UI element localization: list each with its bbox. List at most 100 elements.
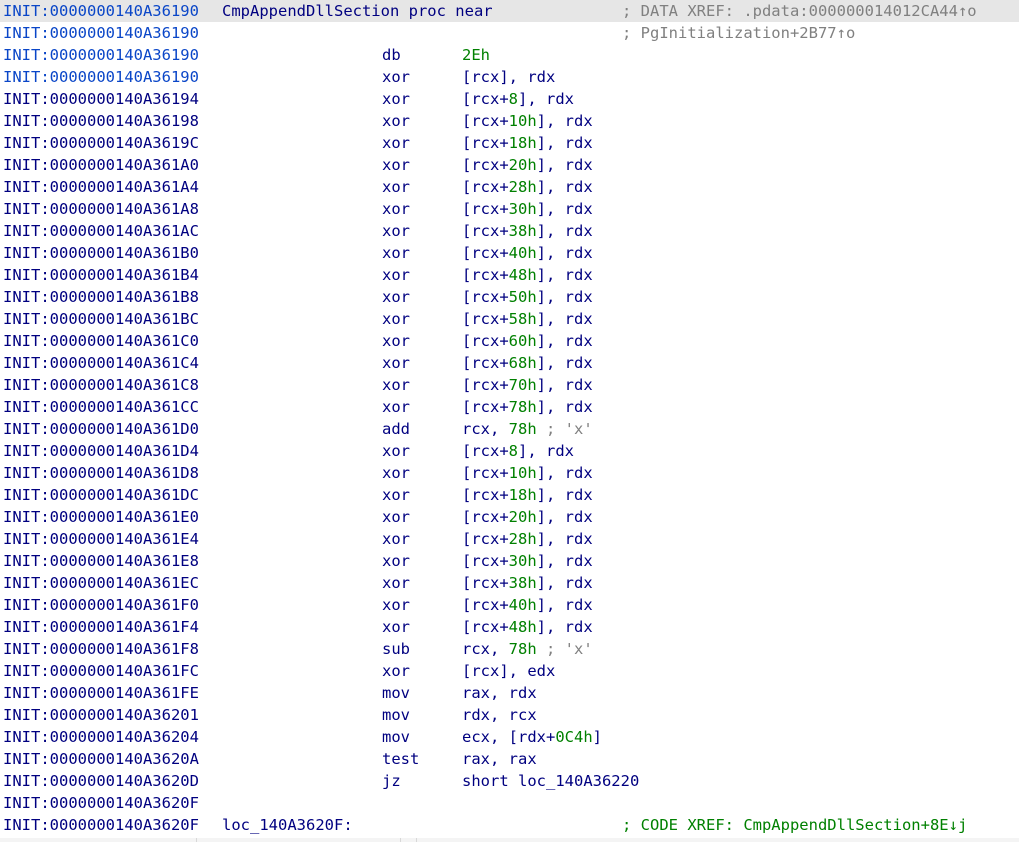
- operand-number[interactable]: 78h: [509, 398, 537, 416]
- instruction-operands[interactable]: [rcx+70h], rdx: [462, 374, 593, 396]
- operand-text[interactable]: ], rdx: [537, 156, 593, 174]
- instruction-operands[interactable]: [rcx+18h], rdx: [462, 132, 593, 154]
- instruction-operands[interactable]: [rcx+40h], rdx: [462, 242, 593, 264]
- instruction-operands[interactable]: [rcx+8], rdx: [462, 88, 574, 110]
- instruction-operands[interactable]: [rcx+48h], rdx: [462, 616, 593, 638]
- operand-text[interactable]: ecx, [rdx+: [462, 728, 555, 746]
- line-address[interactable]: INIT:0000000140A3620D: [3, 770, 199, 792]
- instruction-mnemonic[interactable]: xor: [382, 66, 410, 88]
- line-address[interactable]: INIT:0000000140A361A0: [3, 154, 199, 176]
- line-address[interactable]: INIT:0000000140A3619C: [3, 132, 199, 154]
- instruction-mnemonic[interactable]: xor: [382, 220, 410, 242]
- line-address[interactable]: INIT:0000000140A361AC: [3, 220, 199, 242]
- instruction-mnemonic[interactable]: add: [382, 418, 410, 440]
- code-line[interactable]: INIT:0000000140A361A8 xor [rcx+30h], rdx: [0, 198, 1019, 220]
- code-line[interactable]: INIT:0000000140A361D0 add rcx, 78h ; 'x': [0, 418, 1019, 440]
- operand-number[interactable]: 48h: [509, 266, 537, 284]
- instruction-mnemonic[interactable]: jz: [382, 770, 401, 792]
- operand-text[interactable]: short loc_140A36220: [462, 772, 639, 790]
- line-address[interactable]: INIT:0000000140A36190: [3, 22, 199, 44]
- operand-text[interactable]: ], rdx: [537, 244, 593, 262]
- operand-text[interactable]: ], rdx: [537, 112, 593, 130]
- operand-number[interactable]: 58h: [509, 310, 537, 328]
- line-address[interactable]: INIT:0000000140A361FC: [3, 660, 199, 682]
- operand-text[interactable]: ], rdx: [537, 134, 593, 152]
- line-address[interactable]: INIT:0000000140A361A8: [3, 198, 199, 220]
- code-line[interactable]: INIT:0000000140A361D4 xor [rcx+8], rdx: [0, 440, 1019, 462]
- instruction-mnemonic[interactable]: xor: [382, 572, 410, 594]
- instruction-mnemonic[interactable]: xor: [382, 660, 410, 682]
- horizontal-scrollbar[interactable]: [0, 838, 1019, 842]
- instruction-mnemonic[interactable]: xor: [382, 550, 410, 572]
- line-address[interactable]: INIT:0000000140A361D8: [3, 462, 199, 484]
- line-address[interactable]: INIT:0000000140A361C4: [3, 352, 199, 374]
- operand-number[interactable]: 40h: [509, 596, 537, 614]
- line-address[interactable]: INIT:0000000140A36190: [3, 44, 199, 66]
- operand-text[interactable]: [rcx+: [462, 332, 509, 350]
- operand-text[interactable]: ], rdx: [537, 354, 593, 372]
- disassembly-listing[interactable]: INIT:0000000140A36190 CmpAppendDllSection…: [0, 0, 1019, 836]
- instruction-operands[interactable]: rax, rdx: [462, 682, 537, 704]
- line-address[interactable]: INIT:0000000140A361E8: [3, 550, 199, 572]
- operand-number[interactable]: 78h: [509, 420, 537, 438]
- operand-number[interactable]: 68h: [509, 354, 537, 372]
- operand-text[interactable]: [rcx+: [462, 574, 509, 592]
- line-address[interactable]: INIT:0000000140A361DC: [3, 484, 199, 506]
- operand-text[interactable]: ], rdx: [537, 178, 593, 196]
- instruction-mnemonic[interactable]: xor: [382, 374, 410, 396]
- instruction-operands[interactable]: [rcx+8], rdx: [462, 440, 574, 462]
- operand-number[interactable]: 0C4h: [555, 728, 592, 746]
- code-line[interactable]: INIT:0000000140A361E8 xor [rcx+30h], rdx: [0, 550, 1019, 572]
- line-address[interactable]: INIT:0000000140A361F8: [3, 638, 199, 660]
- line-address[interactable]: INIT:0000000140A361CC: [3, 396, 199, 418]
- operand-text[interactable]: [rcx], edx: [462, 662, 555, 680]
- code-line[interactable]: INIT:0000000140A361C8 xor [rcx+70h], rdx: [0, 374, 1019, 396]
- instruction-operands[interactable]: [rcx], rdx: [462, 66, 555, 88]
- instruction-mnemonic[interactable]: xor: [382, 616, 410, 638]
- operand-text[interactable]: [rcx+: [462, 618, 509, 636]
- operand-text[interactable]: rax, rdx: [462, 684, 537, 702]
- operand-number[interactable]: 20h: [509, 508, 537, 526]
- line-address[interactable]: INIT:0000000140A361FE: [3, 682, 199, 704]
- line-address[interactable]: INIT:0000000140A36190: [3, 66, 199, 88]
- code-line[interactable]: INIT:0000000140A361C0 xor [rcx+60h], rdx: [0, 330, 1019, 352]
- operand-text[interactable]: [rcx+: [462, 244, 509, 262]
- operand-text[interactable]: ], rdx: [537, 486, 593, 504]
- instruction-mnemonic[interactable]: xor: [382, 110, 410, 132]
- instruction-mnemonic[interactable]: xor: [382, 594, 410, 616]
- line-address[interactable]: INIT:0000000140A361E4: [3, 528, 199, 550]
- operand-text[interactable]: rcx,: [462, 640, 509, 658]
- operand-text[interactable]: [rcx+: [462, 90, 509, 108]
- instruction-operands[interactable]: [rcx+38h], rdx: [462, 572, 593, 594]
- code-line[interactable]: INIT:0000000140A36190 xor [rcx], rdx: [0, 66, 1019, 88]
- operand-number[interactable]: 38h: [509, 222, 537, 240]
- code-line[interactable]: INIT:0000000140A361F4 xor [rcx+48h], rdx: [0, 616, 1019, 638]
- code-line[interactable]: INIT:0000000140A361FE mov rax, rdx: [0, 682, 1019, 704]
- code-line[interactable]: INIT:0000000140A361D8 xor [rcx+10h], rdx: [0, 462, 1019, 484]
- instruction-operands[interactable]: [rcx+28h], rdx: [462, 528, 593, 550]
- instruction-mnemonic[interactable]: xor: [382, 242, 410, 264]
- operand-number[interactable]: 18h: [509, 134, 537, 152]
- line-address[interactable]: INIT:0000000140A361BC: [3, 308, 199, 330]
- code-line[interactable]: INIT:0000000140A361CC xor [rcx+78h], rdx: [0, 396, 1019, 418]
- operand-text[interactable]: ], rdx: [537, 596, 593, 614]
- instruction-operands[interactable]: [rcx], edx: [462, 660, 555, 682]
- instruction-operands[interactable]: [rcx+28h], rdx: [462, 176, 593, 198]
- code-line[interactable]: INIT:0000000140A361BC xor [rcx+58h], rdx: [0, 308, 1019, 330]
- operand-number[interactable]: 18h: [509, 486, 537, 504]
- instruction-operands[interactable]: [rcx+10h], rdx: [462, 110, 593, 132]
- operand-text[interactable]: ], rdx: [537, 332, 593, 350]
- instruction-operands[interactable]: [rcx+58h], rdx: [462, 308, 593, 330]
- code-line[interactable]: INIT:0000000140A361A4 xor [rcx+28h], rdx: [0, 176, 1019, 198]
- line-address[interactable]: INIT:0000000140A361EC: [3, 572, 199, 594]
- line-address[interactable]: INIT:0000000140A361B0: [3, 242, 199, 264]
- operand-text[interactable]: ]: [593, 728, 602, 746]
- operand-text[interactable]: [rcx+: [462, 442, 509, 460]
- operand-text[interactable]: [rcx+: [462, 596, 509, 614]
- instruction-operands[interactable]: rcx, 78h ; 'x': [462, 638, 593, 660]
- code-line[interactable]: INIT:0000000140A361DC xor [rcx+18h], rdx: [0, 484, 1019, 506]
- operand-text[interactable]: ], rdx: [537, 552, 593, 570]
- operand-number[interactable]: 30h: [509, 200, 537, 218]
- instruction-operands[interactable]: [rcx+10h], rdx: [462, 462, 593, 484]
- operand-number[interactable]: 30h: [509, 552, 537, 570]
